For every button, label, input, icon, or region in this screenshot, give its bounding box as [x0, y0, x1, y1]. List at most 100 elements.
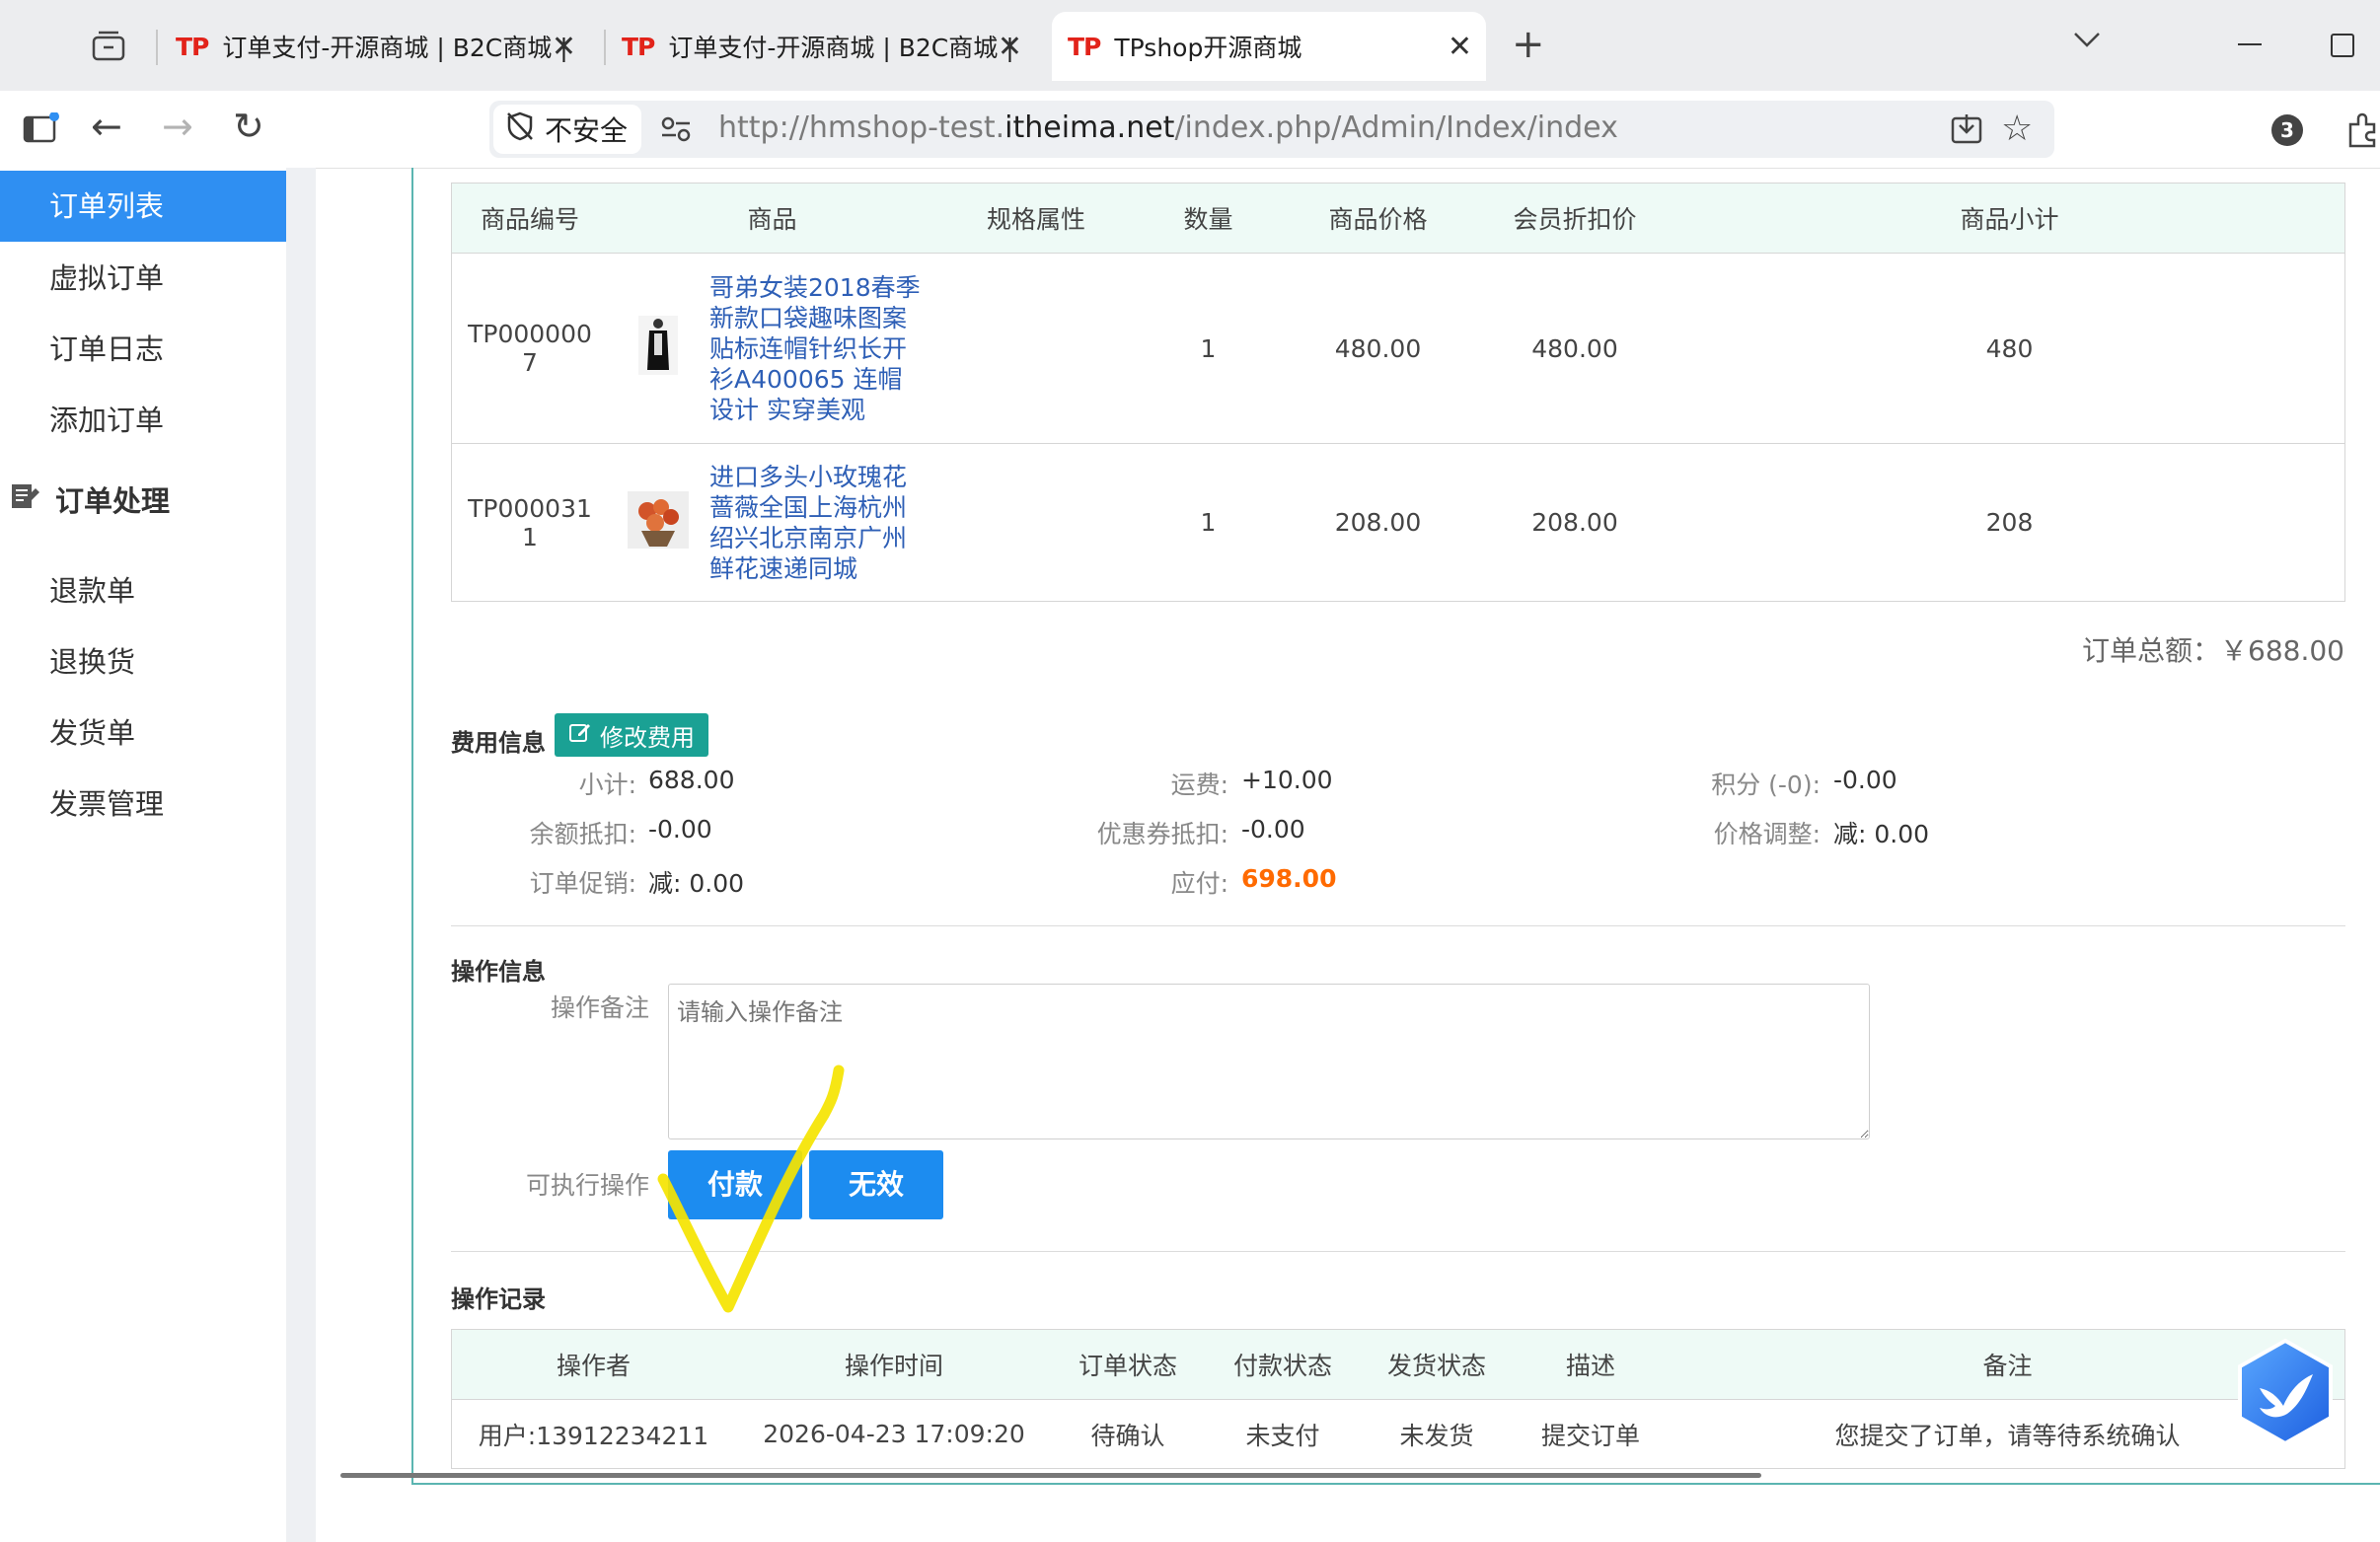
minimize-icon[interactable]	[2238, 43, 2262, 45]
close-icon[interactable]: ✕	[998, 30, 1022, 64]
site-settings-icon[interactable]	[659, 114, 693, 148]
shipping-label: 运费:	[1170, 771, 1228, 799]
points-value: -0.00	[1833, 766, 1897, 794]
tab-title: 订单支付-开源商城 | B2C商城 |	[668, 34, 1014, 62]
product-sn: TP000000 7	[451, 253, 608, 444]
table-row: 用户:13912234211 2026-04-23 17:09:20 待确认 未…	[451, 1399, 2345, 1469]
payable-label: 应付:	[1170, 869, 1228, 898]
operation-log-table: 操作者 操作时间 订单状态 付款状态 发货状态 描述 备注 用户:1391223…	[451, 1329, 2345, 1469]
close-icon[interactable]: ✕	[1448, 30, 1472, 64]
balance-label: 余额抵扣:	[529, 820, 636, 848]
order-total: 订单总额：￥688.00	[2082, 634, 2344, 667]
sidebar-gutter	[286, 168, 316, 1542]
price-adjust-label: 价格调整:	[1713, 820, 1821, 848]
divider	[451, 925, 2345, 926]
sidebar-item-virtual-orders[interactable]: 虚拟订单	[0, 243, 286, 314]
sidebar: 订单列表 虚拟订单 订单日志 添加订单 订单处理 退款单 退换货 发货单 发票管…	[0, 168, 286, 1542]
product-sn: TP000031 1	[451, 443, 608, 602]
tab-order-pay-2[interactable]: TP 订单支付-开源商城 | B2C商城 | ✕	[622, 12, 1036, 81]
column-header: 订单状态	[1053, 1329, 1203, 1400]
close-icon[interactable]: ✕	[552, 30, 576, 64]
sidebar-item-invoices[interactable]: 发票管理	[0, 769, 286, 840]
fees-section-title: 费用信息	[451, 729, 546, 757]
panel-border	[411, 1483, 2380, 1485]
maximize-icon[interactable]	[2331, 34, 2354, 57]
remark-label: 操作备注	[550, 993, 649, 1022]
edit-fees-button[interactable]: 修改费用	[555, 713, 708, 757]
log-operator: 用户:13912234211	[451, 1399, 735, 1469]
log-pay-status: 未支付	[1203, 1399, 1363, 1469]
tab-tpshop[interactable]: TP TPshop开源商城 ✕	[1052, 12, 1486, 81]
log-description: 提交订单	[1511, 1399, 1671, 1469]
coupon-value: -0.00	[1241, 815, 1305, 844]
address-bar[interactable]: 不安全 http://hmshop-test.itheima.net/index…	[489, 101, 2054, 158]
sidebar-item-shipments[interactable]: 发货单	[0, 698, 286, 769]
tab-title: 订单支付-开源商城 | B2C商城 |	[222, 34, 568, 62]
edit-icon	[568, 720, 592, 750]
sidebar-toggle-icon[interactable]	[22, 111, 59, 150]
panel-border	[411, 168, 413, 1485]
sidebar-item-order-log[interactable]: 订单日志	[0, 314, 286, 385]
product-qty: 1	[1136, 443, 1281, 602]
column-header: 描述	[1511, 1329, 1671, 1400]
promotion-label: 订单促销:	[529, 869, 636, 898]
sidebar-item-order-list[interactable]: 订单列表	[0, 171, 286, 242]
favorite-star-icon[interactable]: ☆	[2001, 109, 2033, 149]
table-row: TP000031 1 进口多头小玫瑰花蔷薇全国上海杭州绍兴北京南京广州鲜花速递同城…	[451, 443, 2345, 602]
column-header: 商品小计	[1674, 183, 2345, 254]
forward-icon[interactable]: →	[162, 105, 193, 148]
tp-logo-icon: TP	[1068, 32, 1101, 61]
product-name-link[interactable]: 进口多头小玫瑰花蔷薇全国上海杭州绍兴北京南京广州鲜花速递同城	[708, 443, 936, 602]
goods-table: 商品编号 商品 规格属性 数量 商品价格 会员折扣价 商品小计 TP000000…	[451, 183, 2345, 602]
column-header: 商品编号	[451, 183, 608, 254]
log-time: 2026-04-23 17:09:20	[735, 1399, 1053, 1469]
browser-tab-bar: TP 订单支付-开源商城 | B2C商城 | ✕ TP 订单支付-开源商城 | …	[0, 0, 2380, 91]
log-section-title: 操作记录	[451, 1285, 546, 1313]
balance-value: -0.00	[648, 815, 712, 844]
column-header: 规格属性	[936, 183, 1136, 254]
sidebar-section-order-processing: 订单处理	[10, 478, 170, 520]
promotion-value: 减: 0.00	[648, 869, 745, 898]
extension-badge[interactable]: 3	[2271, 114, 2303, 146]
log-order-status: 待确认	[1053, 1399, 1203, 1469]
product-spec	[936, 253, 1136, 444]
sidebar-item-add-order[interactable]: 添加订单	[0, 385, 286, 456]
assistant-bird-icon[interactable]	[2232, 1337, 2339, 1451]
security-chip[interactable]: 不安全	[493, 105, 641, 154]
back-icon[interactable]: ←	[91, 105, 122, 148]
table-header-row: 操作者 操作时间 订单状态 付款状态 发货状态 描述 备注	[451, 1329, 2345, 1400]
member-price: 480.00	[1475, 253, 1674, 444]
actions-label: 可执行操作	[525, 1171, 649, 1200]
new-tab-icon[interactable]: +	[1512, 22, 1545, 67]
tab-order-pay-1[interactable]: TP 订单支付-开源商城 | B2C商城 | ✕	[176, 12, 590, 81]
product-image[interactable]	[608, 443, 708, 602]
log-ship-status: 未发货	[1363, 1399, 1511, 1469]
sidebar-item-returns[interactable]: 退换货	[0, 626, 286, 698]
chevron-down-icon[interactable]	[2072, 30, 2102, 53]
horizontal-scrollbar[interactable]	[340, 1473, 1761, 1478]
extensions-icon[interactable]	[2344, 112, 2380, 152]
download-icon[interactable]	[1950, 112, 1983, 150]
product-image[interactable]	[608, 253, 708, 444]
product-name-link[interactable]: 哥弟女装2018春季新款口袋趣味图案贴标连帽针织长开衫A400065 连帽设计 …	[708, 253, 936, 444]
shipping-value: +10.00	[1241, 766, 1333, 794]
price-adjust-value: 减: 0.00	[1833, 820, 1930, 848]
column-header: 商品价格	[1281, 183, 1475, 254]
reload-icon[interactable]: ↻	[233, 105, 264, 148]
member-price: 208.00	[1475, 443, 1674, 602]
flower-bouquet-thumbnail	[628, 490, 689, 549]
payable-value: 698.00	[1241, 864, 1337, 893]
column-header: 付款状态	[1203, 1329, 1363, 1400]
sidebar-item-refunds[interactable]: 退款单	[0, 555, 286, 626]
url-text: http://hmshop-test.itheima.net/index.php…	[718, 110, 1618, 145]
product-price: 208.00	[1281, 443, 1475, 602]
product-subtotal: 480	[1674, 253, 2345, 444]
not-secure-icon	[505, 110, 535, 149]
column-header: 发货状态	[1363, 1329, 1511, 1400]
operation-section-title: 操作信息	[451, 958, 546, 986]
column-header: 会员折扣价	[1475, 183, 1674, 254]
coupon-label: 优惠券抵扣:	[1096, 820, 1228, 848]
workspaces-icon[interactable]	[91, 30, 126, 67]
subtotal-label: 小计:	[578, 771, 636, 799]
column-header: 操作者	[451, 1329, 735, 1400]
